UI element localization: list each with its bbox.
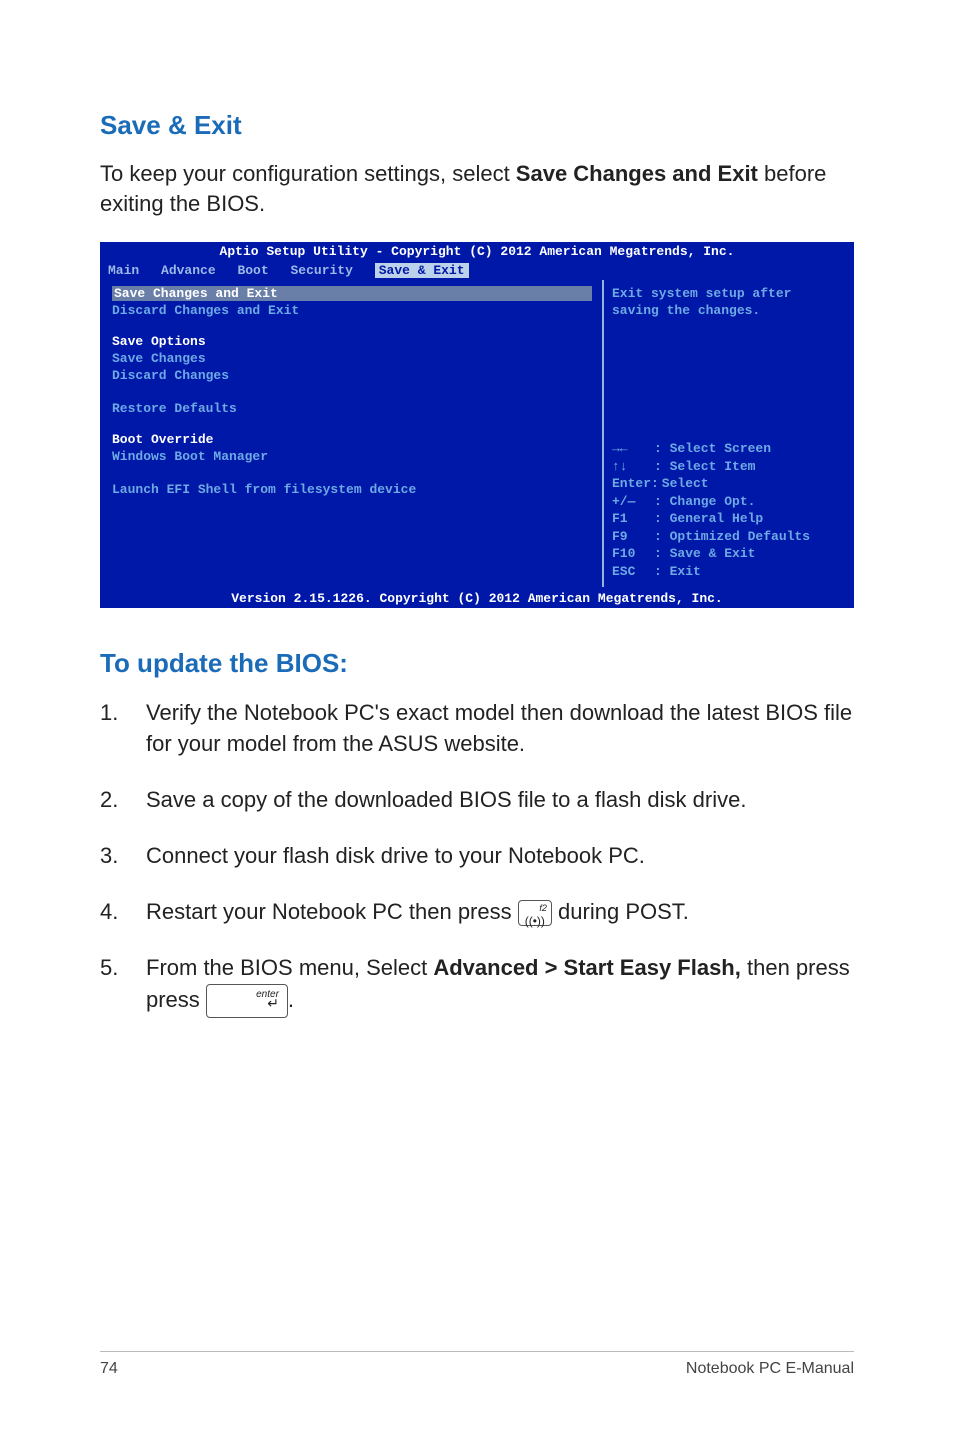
bios-key-arrows-ud-desc: : Select Item [654, 459, 755, 474]
bios-tab-bar: Main Advance Boot Security Save & Exit [100, 261, 854, 280]
bios-footer-bar: Version 2.15.1226. Copyright (C) 2012 Am… [100, 589, 854, 608]
bios-item-discard-changes-exit: Discard Changes and Exit [112, 303, 592, 318]
page-footer: 74 Notebook PC E-Manual [100, 1351, 854, 1378]
bios-key-enter-desc: Select [654, 476, 709, 491]
save-exit-paragraph: To keep your configuration settings, sel… [100, 159, 854, 218]
bios-key-f10: F10 [612, 545, 654, 563]
wifi-icon: ((•)) [525, 914, 545, 928]
bios-item-restore-defaults: Restore Defaults [112, 401, 592, 416]
step-2: 2. Save a copy of the downloaded BIOS fi… [100, 784, 854, 816]
step-text: Restart your Notebook PC then press ((•)… [146, 896, 854, 928]
step-number: 3. [100, 840, 146, 872]
step-4: 4. Restart your Notebook PC then press (… [100, 896, 854, 928]
bios-key-f9-desc: : Optimized Defaults [654, 529, 810, 544]
bios-key-arrows-ud: ↑↓ [612, 458, 654, 476]
bios-body: Save Changes and Exit Discard Changes an… [100, 280, 854, 588]
step-number: 1. [100, 697, 146, 761]
step-number: 5. [100, 952, 146, 1018]
para-text-pre: To keep your configuration settings, sel… [100, 161, 516, 186]
step4-pre: Restart your Notebook PC then press [146, 899, 518, 924]
bios-screenshot: Aptio Setup Utility - Copyright (C) 2012… [100, 242, 854, 607]
bios-group-save-options: Save Options [112, 334, 592, 349]
f2-label: f2 [539, 902, 547, 915]
step5-bold: Advanced > Start Easy Flash, [433, 955, 741, 980]
bios-group-boot-override: Boot Override [112, 432, 592, 447]
bios-title-bar: Aptio Setup Utility - Copyright (C) 2012… [100, 242, 854, 261]
para-text-bold: Save Changes and Exit [516, 161, 758, 186]
bios-tab-save-exit: Save & Exit [375, 263, 469, 278]
bios-tab-main: Main [108, 263, 139, 278]
bios-item-save-changes-exit: Save Changes and Exit [112, 286, 592, 301]
step5-post: . [288, 987, 294, 1012]
bios-key-legend: →←: Select Screen ↑↓: Select Item Enter:… [612, 440, 844, 580]
bios-key-arrows-lr: →← [612, 440, 654, 458]
bios-key-f10-desc: : Save & Exit [654, 546, 755, 561]
bios-key-f9: F9 [612, 528, 654, 546]
bios-right-pane: Exit system setup after saving the chang… [602, 280, 852, 586]
bios-item-launch-efi-shell: Launch EFI Shell from filesystem device [112, 482, 592, 497]
bios-left-pane: Save Changes and Exit Discard Changes an… [102, 280, 602, 586]
steps-list: 1. Verify the Notebook PC's exact model … [100, 697, 854, 1019]
enter-arrow-icon: ↵ [267, 993, 279, 1013]
f2-key-icon: ((•)) f2 [518, 900, 552, 926]
bios-key-f1-desc: : General Help [654, 511, 763, 526]
bios-help-line1: Exit system setup after [612, 286, 844, 303]
bios-tab-boot: Boot [237, 263, 268, 278]
bios-item-windows-boot-manager: Windows Boot Manager [112, 449, 592, 464]
enter-key-icon: enter ↵ [206, 984, 288, 1018]
bios-item-save-changes: Save Changes [112, 351, 592, 366]
manual-title: Notebook PC E-Manual [686, 1360, 854, 1378]
step-3: 3. Connect your flash disk drive to your… [100, 840, 854, 872]
bios-key-esc-desc: : Exit [654, 564, 701, 579]
step5-press-prefix: press [146, 987, 206, 1012]
bios-key-enter: Enter: [612, 475, 654, 493]
bios-key-arrows-lr-desc: : Select Screen [654, 441, 771, 456]
page-number: 74 [100, 1360, 118, 1378]
step-text: Save a copy of the downloaded BIOS file … [146, 784, 854, 816]
bios-key-f1: F1 [612, 510, 654, 528]
step-text: From the BIOS menu, Select Advanced > St… [146, 952, 854, 1018]
step4-post: during POST. [558, 899, 689, 924]
step-number: 4. [100, 896, 146, 928]
update-bios-heading: To update the BIOS: [100, 648, 854, 679]
step-text: Connect your flash disk drive to your No… [146, 840, 854, 872]
bios-key-plusminus-desc: : Change Opt. [654, 494, 755, 509]
bios-key-plusminus: +/— [612, 493, 654, 511]
save-exit-heading: Save & Exit [100, 110, 854, 141]
bios-item-discard-changes: Discard Changes [112, 368, 592, 383]
bios-tab-advance: Advance [161, 263, 216, 278]
bios-help-line2: saving the changes. [612, 303, 844, 320]
step-5: 5. From the BIOS menu, Select Advanced >… [100, 952, 854, 1018]
step-1: 1. Verify the Notebook PC's exact model … [100, 697, 854, 761]
bios-key-esc: ESC [612, 563, 654, 581]
step-text: Verify the Notebook PC's exact model the… [146, 697, 854, 761]
step-number: 2. [100, 784, 146, 816]
step5-mid: then press [741, 955, 850, 980]
step5-pre: From the BIOS menu, Select [146, 955, 433, 980]
bios-tab-security: Security [290, 263, 352, 278]
